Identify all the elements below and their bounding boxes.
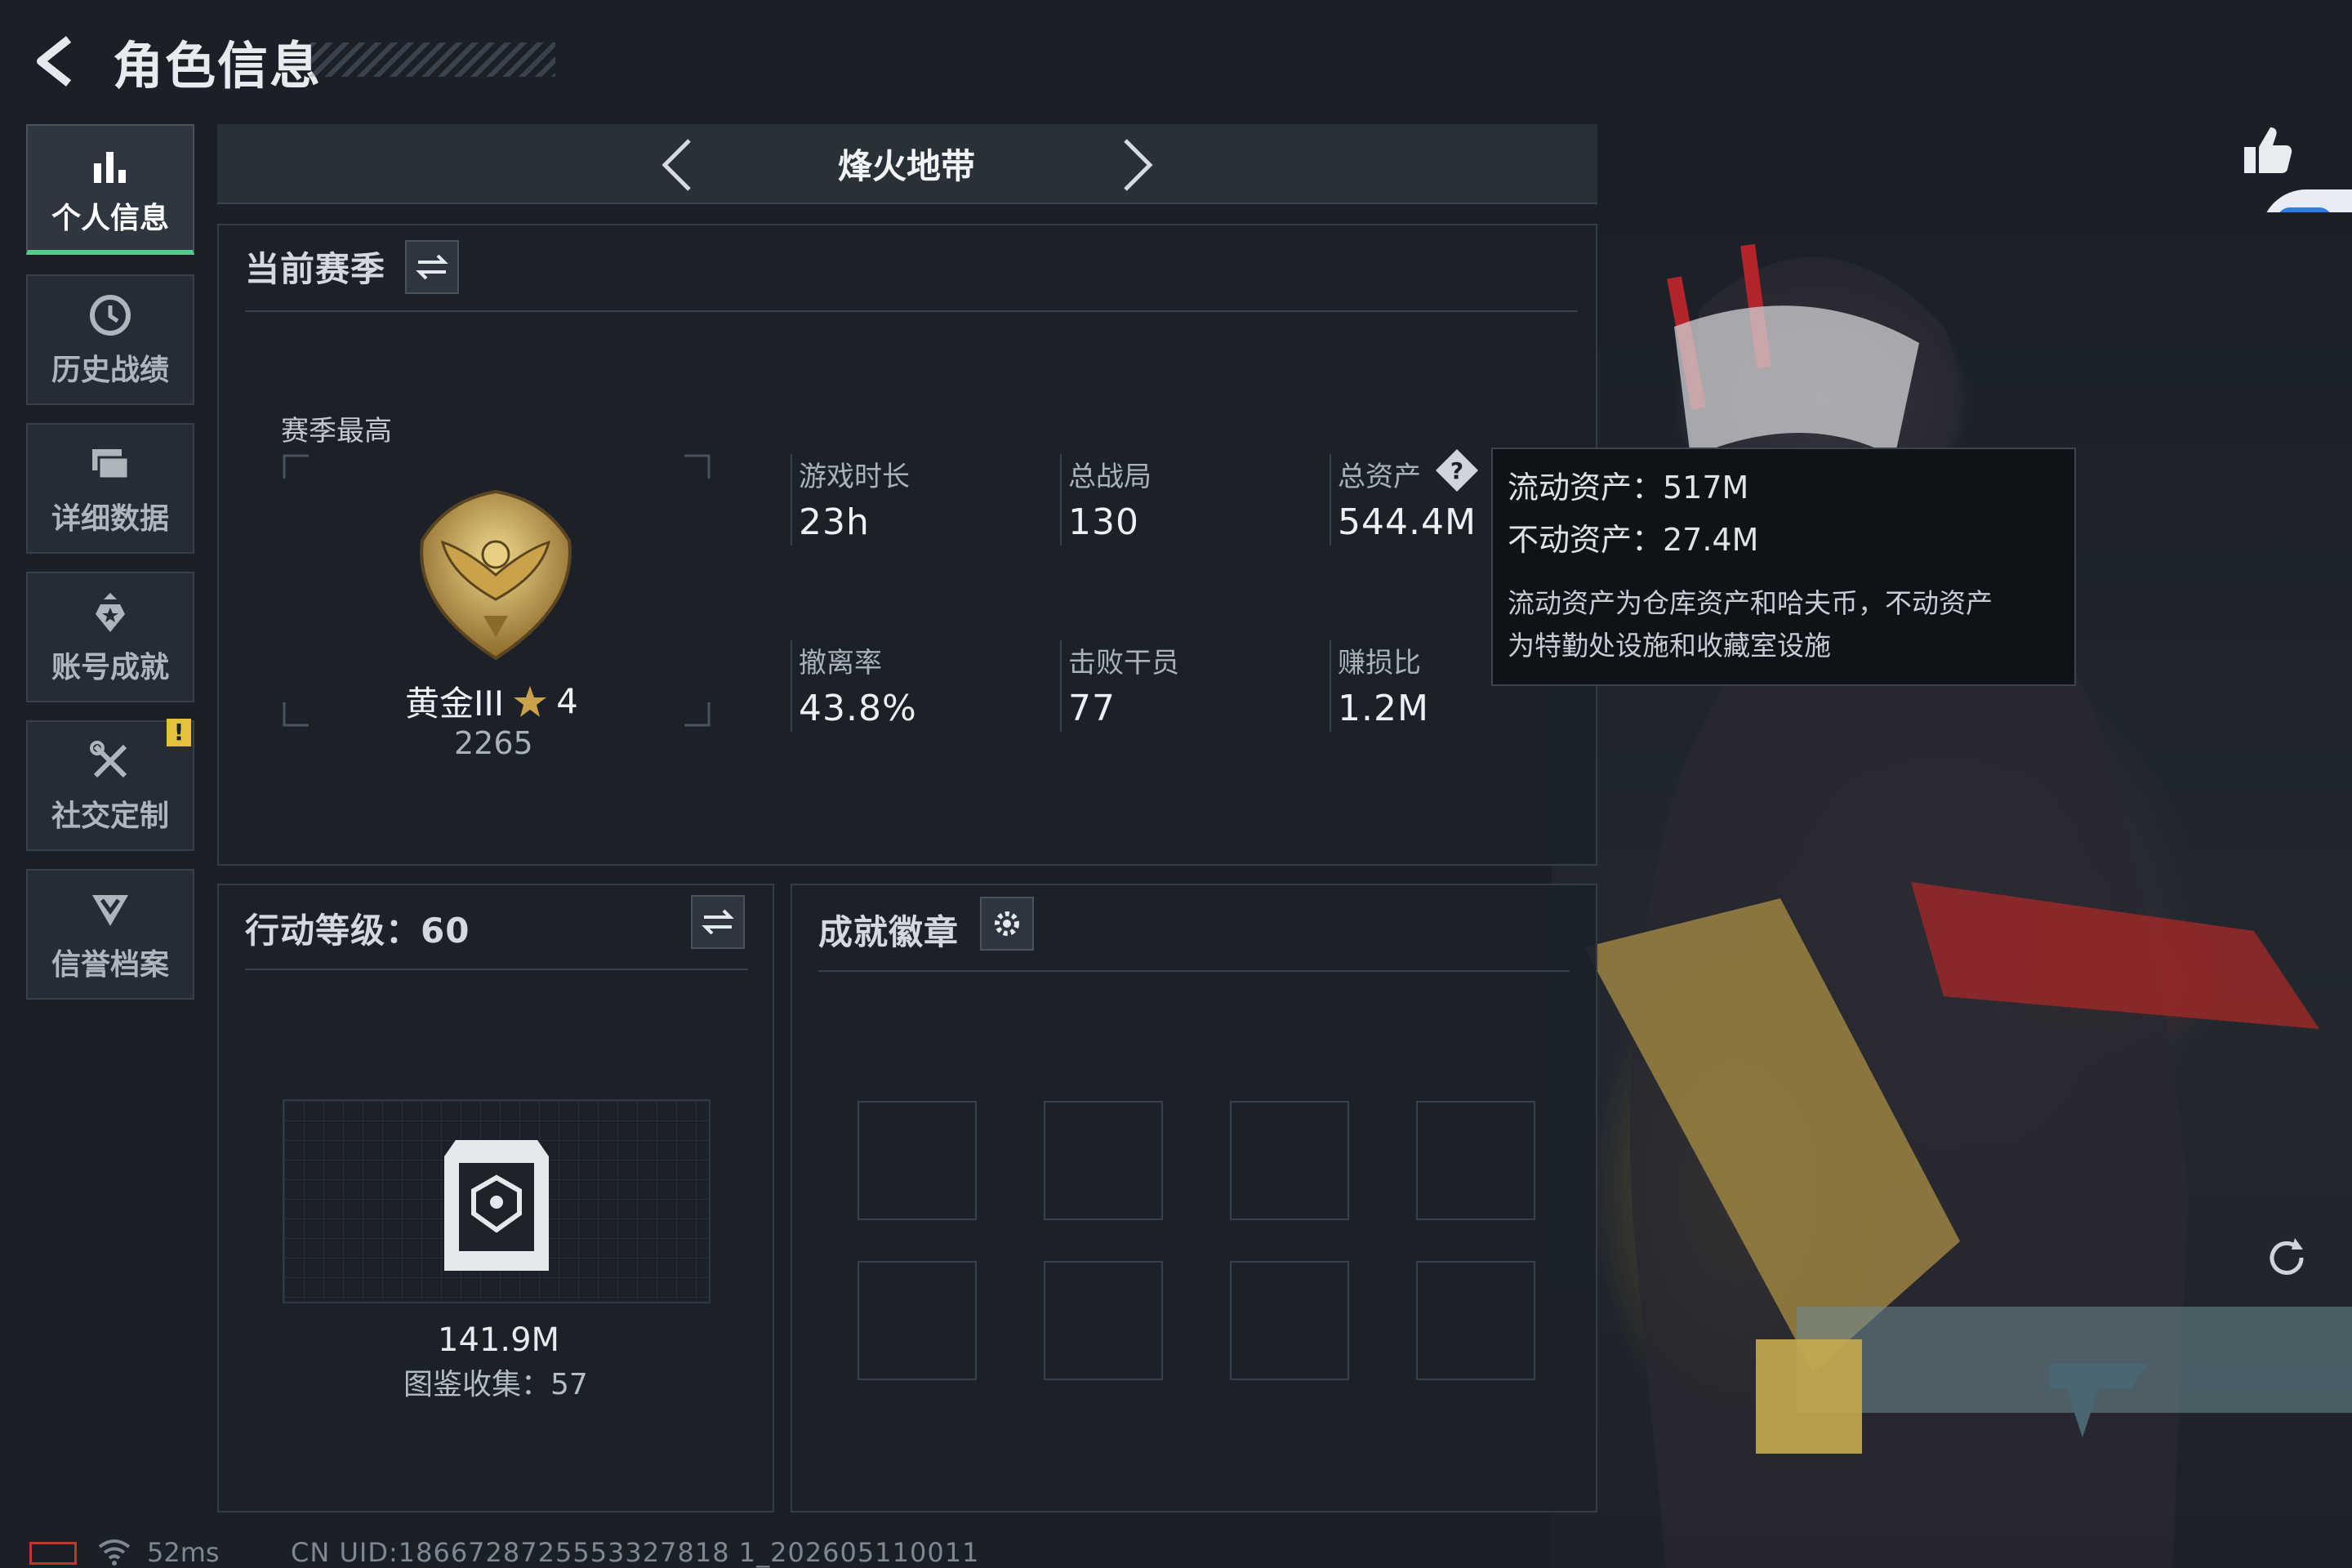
sidebar-item-label: 社交定制: [51, 800, 169, 833]
badge-slot[interactable]: [1230, 1261, 1349, 1380]
divider: [1330, 640, 1331, 732]
sidebar-item-label: 个人信息: [51, 202, 169, 235]
rank-display: 黄金III 4: [405, 676, 578, 726]
rotate-icon[interactable]: [2262, 1233, 2311, 1282]
season-best-label: 赛季最高: [281, 415, 392, 448]
badge-slot[interactable]: [1416, 1101, 1535, 1220]
stat-value-operators-defeated: 77: [1068, 688, 1116, 729]
badge-slot[interactable]: [1044, 1261, 1163, 1380]
badge-settings-button[interactable]: [980, 897, 1034, 951]
divider: [791, 454, 792, 546]
stat-value-profit-loss-ratio: 1.2M: [1338, 688, 1429, 729]
collection-value: 141.9M: [438, 1321, 560, 1359]
action-level-title: 行动等级：60: [245, 911, 470, 951]
alert-badge: !: [167, 719, 191, 746]
stat-label-total-assets: 总资产: [1338, 461, 1421, 493]
tooltip-fixed-assets: 不动资产：27.4M: [1508, 522, 1759, 558]
divider: [1330, 454, 1331, 546]
stat-value-playtime: 23h: [799, 501, 870, 543]
ping-readout: 52ms: [147, 1537, 220, 1568]
stat-value-total-assets: 544.4M: [1338, 501, 1477, 543]
thumbs-up-icon[interactable]: [2238, 121, 2295, 178]
divider: [245, 310, 1578, 312]
svg-text:?: ?: [1450, 457, 1463, 484]
divider: [818, 970, 1570, 972]
rank-stars: 4: [556, 681, 578, 721]
season-panel-title: 当前赛季: [245, 249, 386, 289]
sidebar-item-label: 账号成就: [51, 651, 169, 684]
divider: [1060, 454, 1062, 546]
character-portrait: [1552, 212, 2352, 1568]
badge-slot[interactable]: [858, 1101, 977, 1220]
badge-slot[interactable]: [1416, 1261, 1535, 1380]
action-level-switch-button[interactable]: [691, 895, 745, 949]
divider: [1060, 640, 1062, 732]
rank-name: 黄金III: [405, 684, 505, 724]
achievement-star-icon: [96, 593, 125, 632]
battery-icon: [29, 1542, 77, 1565]
tooltip-liquid-assets: 流动资产：517M: [1508, 470, 1749, 506]
badge-slot[interactable]: [1044, 1101, 1163, 1220]
swap-arrows-icon: [702, 909, 734, 935]
sidebar-item-credit[interactable]: 信誉档案: [26, 869, 194, 1000]
stat-label-operators-defeated: 击败干员: [1068, 647, 1179, 679]
next-mode-arrow-icon[interactable]: [1112, 136, 1161, 194]
stat-value-extraction-rate: 43.8%: [799, 688, 917, 729]
shield-chevron-icon: [92, 895, 128, 926]
star-icon: [514, 685, 547, 717]
title-decoration: [310, 42, 555, 77]
sidebar-item-label: 详细数据: [51, 502, 169, 536]
sidebar-item-detailed-data[interactable]: 详细数据: [26, 423, 194, 554]
stat-label-extraction-rate: 撤离率: [799, 647, 882, 679]
page-title: 角色信息: [113, 36, 323, 96]
divider: [245, 969, 748, 970]
achievement-badge-title: 成就徽章: [818, 912, 960, 952]
sidebar-item-history[interactable]: 历史战绩: [26, 274, 194, 405]
divider: [791, 640, 792, 732]
character-silhouette: [1584, 243, 2352, 1568]
sidebar-item-label: 信誉档案: [51, 948, 169, 982]
folder-stack-icon: [92, 449, 130, 480]
help-icon[interactable]: ?: [1434, 448, 1480, 493]
tooltip-note-line: 流动资产为仓库资产和哈夫币，不动资产: [1508, 587, 1993, 619]
gear-icon: [995, 911, 1019, 936]
history-clock-icon: [90, 295, 131, 336]
sidebar-item-achievements[interactable]: 账号成就: [26, 572, 194, 702]
gold-rank-emblem-icon: [420, 489, 572, 661]
bar-chart-icon: [94, 152, 126, 183]
mode-title: 烽火地带: [837, 146, 975, 186]
wifi-icon: [98, 1539, 131, 1566]
season-switch-button[interactable]: [405, 240, 459, 294]
display-case-icon: [444, 1140, 549, 1271]
previous-mode-arrow-icon[interactable]: [653, 136, 702, 194]
stat-label-playtime: 游戏时长: [799, 461, 910, 493]
sidebar-item-personal-info[interactable]: 个人信息: [26, 124, 194, 255]
stat-label-profit-loss-ratio: 赚损比: [1338, 647, 1421, 679]
player-uid: CN UID:1866728725553327818 1_20260511001…: [291, 1537, 980, 1568]
tooltip-note-line: 为特勤处设施和收藏室设施: [1508, 630, 1831, 662]
collection-count: 图鉴收集：57: [403, 1368, 588, 1401]
badge-slot[interactable]: [1230, 1101, 1349, 1220]
back-arrow-icon[interactable]: [28, 33, 85, 90]
badge-slot[interactable]: [858, 1261, 977, 1380]
sidebar-item-label: 历史战绩: [51, 354, 169, 387]
rank-score: 2265: [454, 725, 533, 761]
swap-arrows-icon: [416, 254, 448, 280]
stat-value-total-matches: 130: [1068, 501, 1139, 543]
tools-icon: [90, 741, 127, 778]
stat-label-total-matches: 总战局: [1068, 461, 1152, 493]
